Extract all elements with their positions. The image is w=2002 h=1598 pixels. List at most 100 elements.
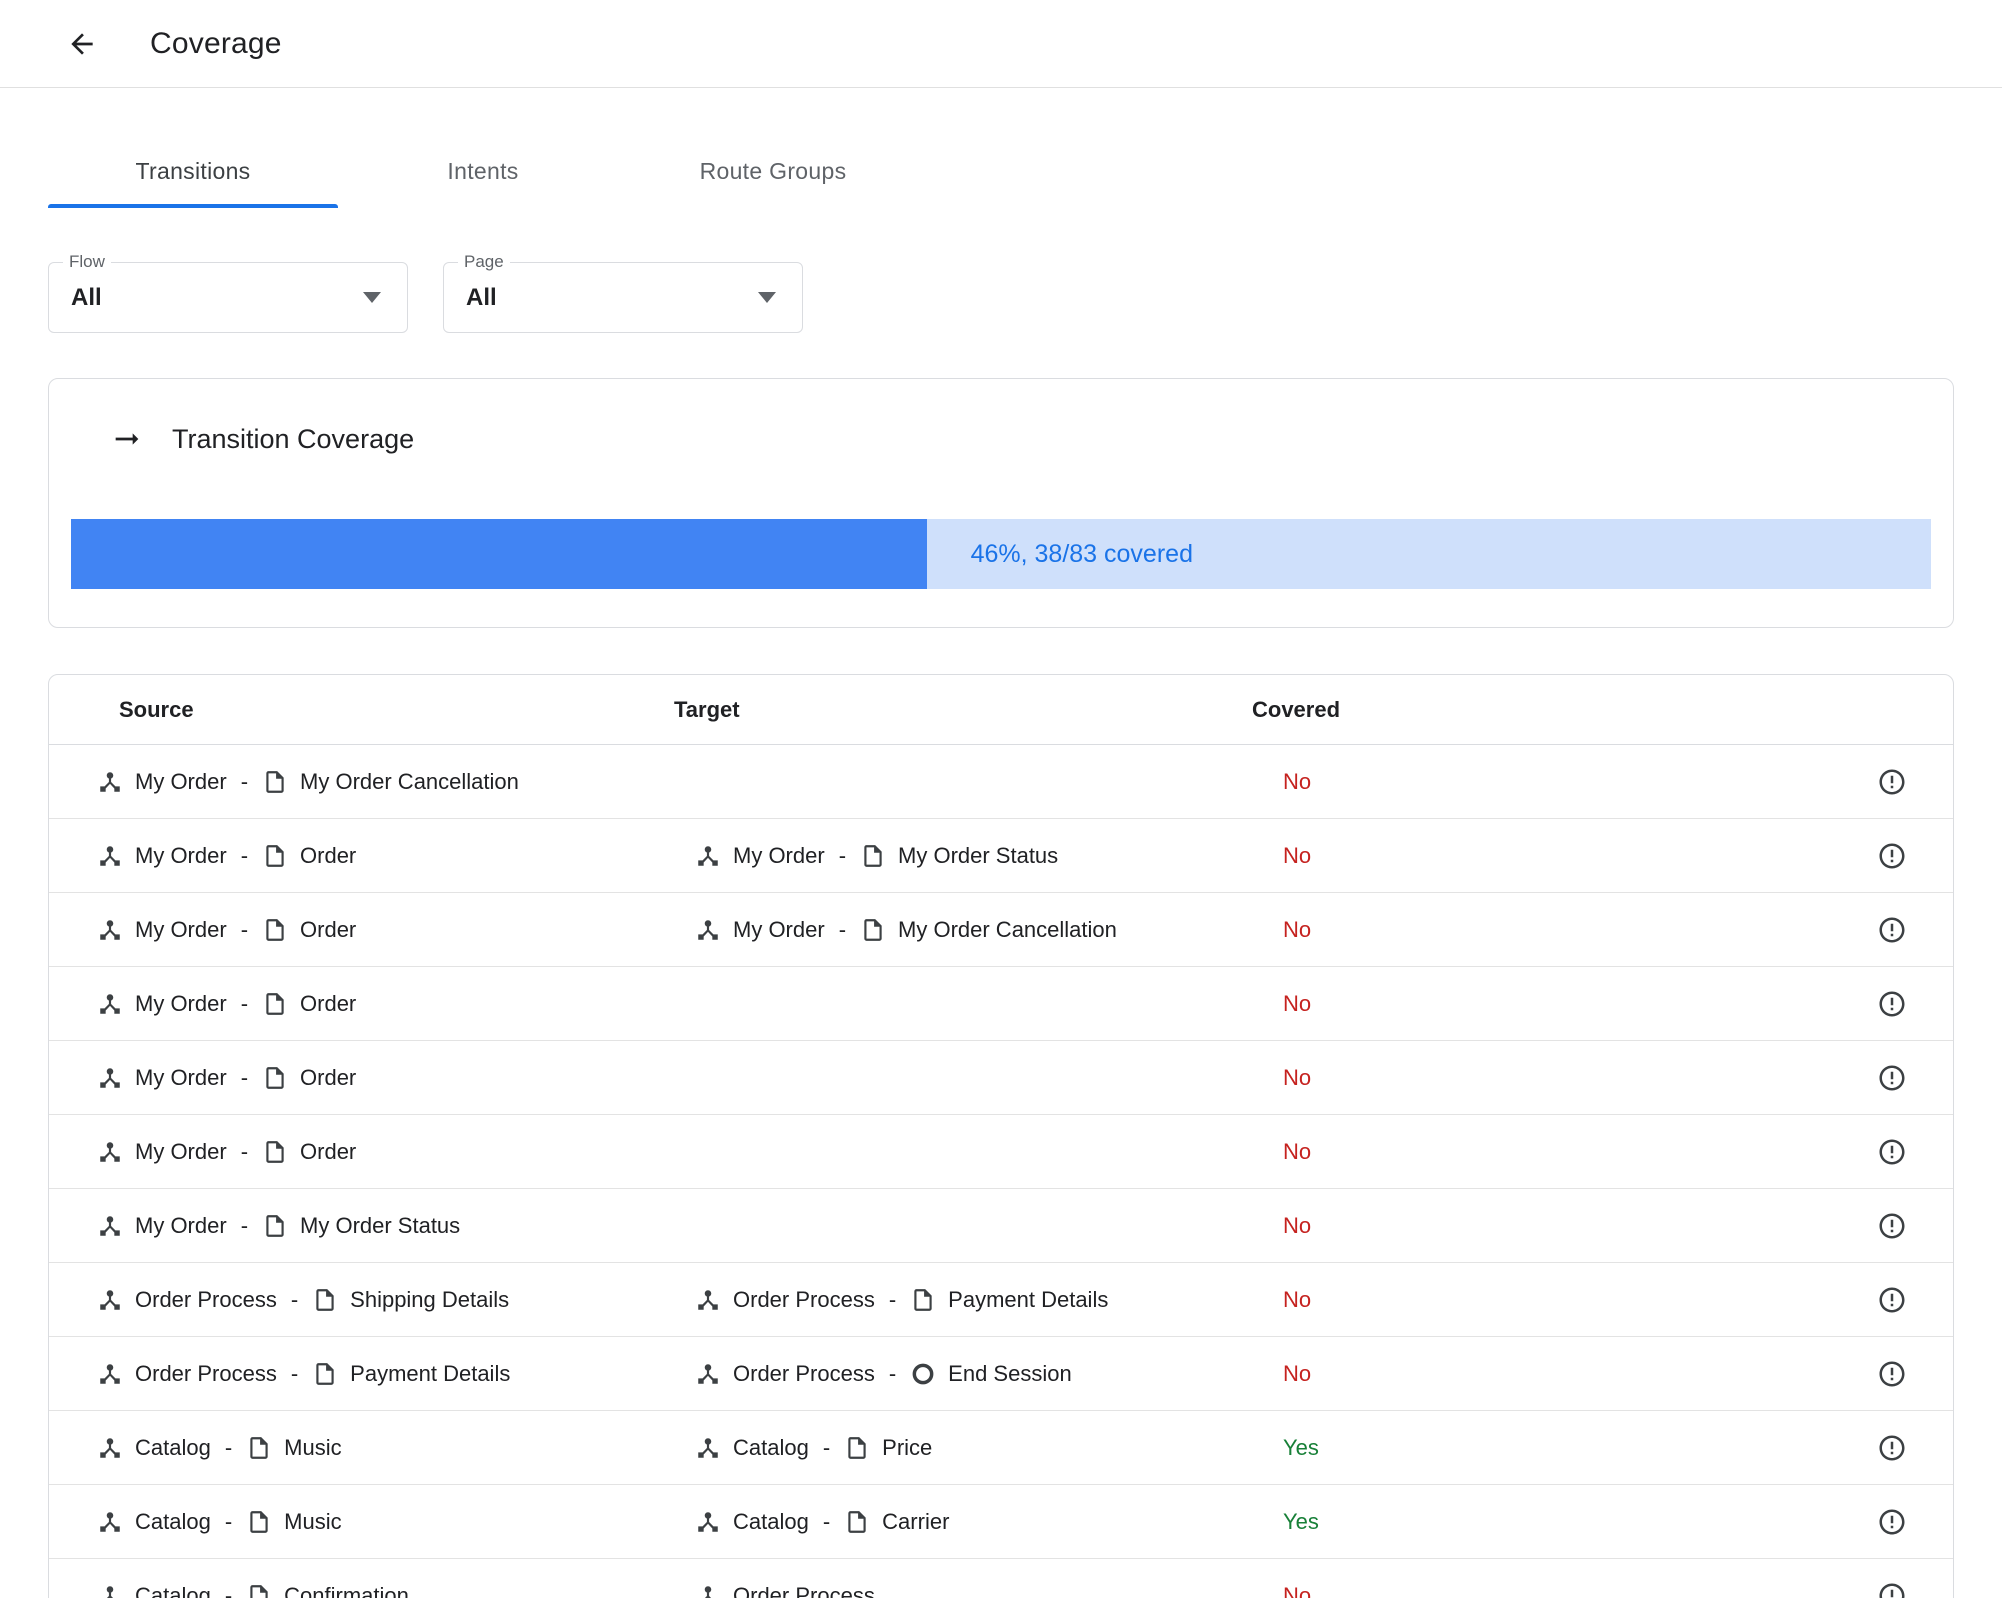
page-icon xyxy=(914,1288,932,1311)
page-select[interactable]: Page All xyxy=(443,252,803,333)
covered-cell: Yes xyxy=(1252,1435,1452,1461)
dash-separator: - xyxy=(290,1360,299,1386)
arrow-right-icon xyxy=(115,433,139,445)
page-name: Music xyxy=(284,1434,342,1460)
info-icon[interactable] xyxy=(1875,1061,1909,1095)
flow-icon xyxy=(106,1585,114,1598)
error-outline-icon xyxy=(1879,1287,1905,1312)
info-icon[interactable] xyxy=(1875,1579,1909,1598)
covered-status: No xyxy=(1283,1582,1312,1598)
flow-icon xyxy=(698,919,718,940)
info-icon[interactable] xyxy=(1875,839,1909,873)
covered-cell: No xyxy=(1252,1361,1452,1387)
error-outline-icon xyxy=(1879,991,1905,1016)
target-flow-page: Order Process - Payment Details xyxy=(695,1287,1108,1313)
card-title-row: Transition Coverage xyxy=(110,417,1931,461)
flow-name: My Order xyxy=(135,916,227,942)
error-outline-icon xyxy=(1879,843,1905,868)
info-icon[interactable] xyxy=(1875,1357,1909,1391)
covered-cell: No xyxy=(1252,991,1452,1017)
source-flow-page: Order Process - Shipping Details xyxy=(97,1287,509,1313)
coverage-table: Source Target Covered My Order - My Orde… xyxy=(48,674,1954,1598)
tab-transitions-label: Transitions xyxy=(135,157,251,184)
source-cell: Order Process - Shipping Details xyxy=(49,1287,674,1313)
actions-cell xyxy=(1452,839,1953,873)
flow-icon xyxy=(100,1363,120,1384)
flow-icon xyxy=(100,1141,120,1162)
source-flow-page: My Order - Order xyxy=(97,1065,356,1091)
transition-coverage-card: Transition Coverage 46%, 38/83 covered xyxy=(48,378,1954,628)
column-header-source: Source xyxy=(119,696,194,722)
page-icon xyxy=(250,1584,268,1598)
error-outline-icon xyxy=(1879,1361,1905,1386)
table-row: My Order - Order No xyxy=(49,1115,1953,1189)
info-icon[interactable] xyxy=(1875,1135,1909,1169)
chevron-down-icon xyxy=(363,292,381,303)
actions-cell xyxy=(1452,1283,1953,1317)
error-outline-icon xyxy=(1879,769,1905,794)
page-icon xyxy=(864,844,882,867)
page-name: Order xyxy=(300,990,357,1016)
table-row: My Order - Order My Order - My Order Sta… xyxy=(49,819,1953,893)
dash-separator: - xyxy=(838,916,847,942)
source-cell: My Order - Order xyxy=(49,1065,674,1091)
source-flow-page: Order Process - Payment Details xyxy=(97,1361,510,1387)
actions-cell xyxy=(1452,1505,1953,1539)
source-flow-page: Catalog - Music xyxy=(97,1509,342,1535)
info-icon[interactable] xyxy=(1875,913,1909,947)
back-button[interactable] xyxy=(58,20,106,68)
dash-separator: - xyxy=(224,1508,233,1534)
flow-icon xyxy=(100,771,120,792)
page-icon xyxy=(250,1436,268,1459)
dash-separator: - xyxy=(240,916,249,942)
app-header: Coverage xyxy=(0,0,2002,88)
table-row: My Order - Order No xyxy=(49,1041,1953,1115)
target-cell: Catalog - Carrier xyxy=(674,1509,1252,1535)
source-cell: My Order - My Order Cancellation xyxy=(49,769,674,795)
page-icon xyxy=(266,844,284,867)
flow-icon xyxy=(100,1215,120,1236)
table-header-row: Source Target Covered xyxy=(49,675,1953,745)
covered-cell: No xyxy=(1252,843,1452,869)
dash-separator: - xyxy=(838,842,847,868)
target-flow-page: My Order - My Order Cancellation xyxy=(695,917,1117,943)
tab-transitions[interactable]: Transitions xyxy=(48,134,338,208)
info-icon[interactable] xyxy=(1875,1283,1909,1317)
flow-icon xyxy=(698,1511,718,1532)
covered-status: Yes xyxy=(1283,1508,1319,1534)
info-icon[interactable] xyxy=(1875,1209,1909,1243)
flow-select-value: All xyxy=(71,283,102,311)
page-name: Order xyxy=(300,842,357,868)
error-outline-icon xyxy=(1879,1065,1905,1090)
info-icon[interactable] xyxy=(1875,765,1909,799)
source-flow-page: My Order - Order xyxy=(97,991,356,1017)
source-flow-page: My Order - Order xyxy=(97,917,356,943)
covered-cell: No xyxy=(1252,1583,1452,1598)
page-select-label: Page xyxy=(458,252,510,272)
target-cell xyxy=(674,991,1252,1017)
covered-status: No xyxy=(1283,768,1312,794)
table-row: Catalog - Music Catalog - Price Yes xyxy=(49,1411,1953,1485)
info-icon[interactable] xyxy=(1875,1431,1909,1465)
tab-intents[interactable]: Intents xyxy=(338,134,628,208)
page-icon xyxy=(848,1436,866,1459)
error-outline-icon xyxy=(1879,1509,1905,1534)
dash-separator: - xyxy=(224,1582,233,1598)
info-icon[interactable] xyxy=(1875,987,1909,1021)
source-cell: My Order - Order xyxy=(49,991,674,1017)
flow-name: Catalog xyxy=(733,1434,809,1460)
flow-select[interactable]: Flow All xyxy=(48,252,408,333)
tab-route-groups[interactable]: Route Groups xyxy=(628,134,918,208)
source-cell: Catalog - Confirmation xyxy=(49,1583,674,1598)
flow-name: Catalog xyxy=(135,1508,211,1534)
page-icon xyxy=(864,918,882,941)
covered-cell: No xyxy=(1252,769,1452,795)
page-name: Music xyxy=(284,1508,342,1534)
info-icon[interactable] xyxy=(1875,1505,1909,1539)
source-cell: Catalog - Music xyxy=(49,1509,674,1535)
target-flow-page: My Order - My Order Status xyxy=(695,843,1058,869)
tab-intents-label: Intents xyxy=(447,157,519,184)
progress-fill xyxy=(71,519,927,589)
covered-cell: No xyxy=(1252,1065,1452,1091)
page-name: Order xyxy=(300,1064,357,1090)
